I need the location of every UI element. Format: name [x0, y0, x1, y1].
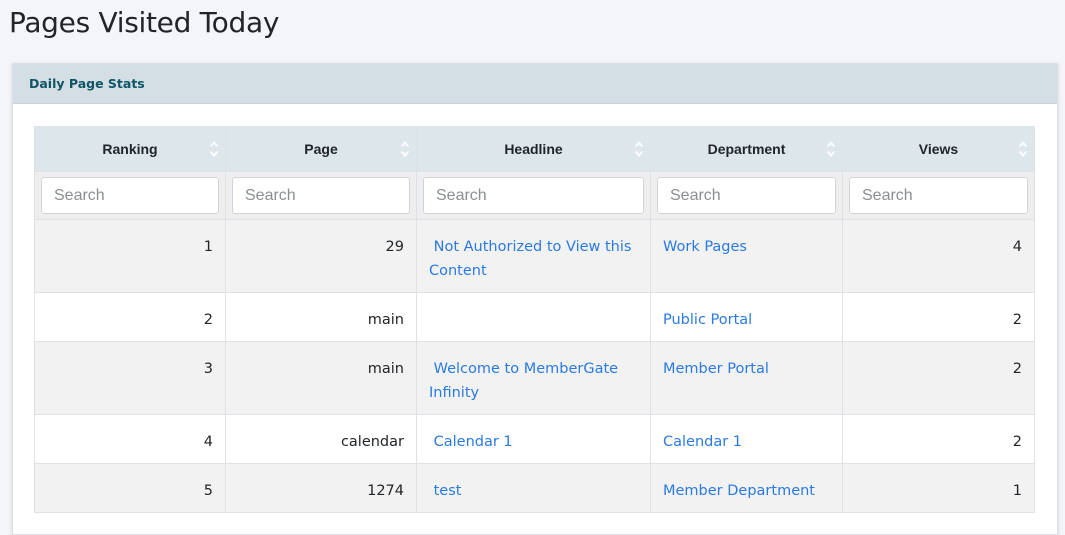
views-cell: 2	[842, 341, 1035, 415]
column-header-headline[interactable]: Headline	[416, 126, 651, 172]
sort-both-icon	[400, 141, 410, 157]
headline-link[interactable]: Calendar 1	[429, 434, 513, 450]
card-title: Daily Page Stats	[29, 76, 145, 91]
sort-both-icon	[634, 141, 644, 157]
sort-both-icon	[1018, 141, 1028, 157]
column-header-ranking[interactable]: Ranking	[34, 126, 226, 172]
ranking-cell: 3	[34, 341, 226, 415]
search-input-headline[interactable]	[423, 177, 644, 214]
ranking-cell: 4	[34, 414, 226, 464]
views-cell: 2	[842, 292, 1035, 342]
header-row: Ranking Page Headline Department Views	[34, 126, 1035, 172]
search-input-views[interactable]	[849, 177, 1028, 214]
ranking-cell: 5	[34, 463, 226, 513]
sort-both-icon	[209, 141, 219, 157]
headline-link[interactable]: Not Authorized to View this Content	[429, 239, 631, 279]
department-link[interactable]: Work Pages	[663, 239, 747, 255]
search-input-department[interactable]	[657, 177, 836, 214]
table-row: 4 calendar Calendar 1 Calendar 1 2	[34, 414, 1035, 464]
column-header-page[interactable]: Page	[225, 126, 417, 172]
department-link[interactable]: Member Portal	[663, 361, 769, 377]
table-row: 5 1274 test Member Department 1	[34, 463, 1035, 513]
page-cell: 29	[225, 219, 417, 293]
column-header-views[interactable]: Views	[842, 126, 1035, 172]
headline-link[interactable]: test	[429, 483, 462, 499]
daily-page-stats-card: Daily Page Stats Ranking Page Headline D…	[12, 63, 1058, 535]
page-cell: main	[225, 292, 417, 342]
department-link[interactable]: Public Portal	[663, 312, 752, 328]
page-cell: 1274	[225, 463, 417, 513]
page-cell: calendar	[225, 414, 417, 464]
ranking-cell: 2	[34, 292, 226, 342]
views-cell: 2	[842, 414, 1035, 464]
search-input-page[interactable]	[232, 177, 410, 214]
table-row: 1 29 Not Authorized to View this Content…	[34, 219, 1035, 293]
page-stats-table: Ranking Page Headline Department Views 1…	[34, 126, 1035, 513]
search-row	[34, 171, 1035, 220]
department-link[interactable]: Member Department	[663, 483, 815, 499]
table-row: 2 main Public Portal 2	[34, 292, 1035, 342]
sort-both-icon	[826, 141, 836, 157]
views-cell: 1	[842, 463, 1035, 513]
page-title: Pages Visited Today	[9, 6, 280, 39]
ranking-cell: 1	[34, 219, 226, 293]
page-cell: main	[225, 341, 417, 415]
views-cell: 4	[842, 219, 1035, 293]
column-header-department[interactable]: Department	[650, 126, 843, 172]
search-input-ranking[interactable]	[41, 177, 219, 214]
headline-link[interactable]: Welcome to MemberGate Infinity	[429, 361, 618, 401]
table-row: 3 main Welcome to MemberGate Infinity Me…	[34, 341, 1035, 415]
department-link[interactable]: Calendar 1	[663, 434, 742, 450]
card-header: Daily Page Stats	[13, 64, 1057, 104]
